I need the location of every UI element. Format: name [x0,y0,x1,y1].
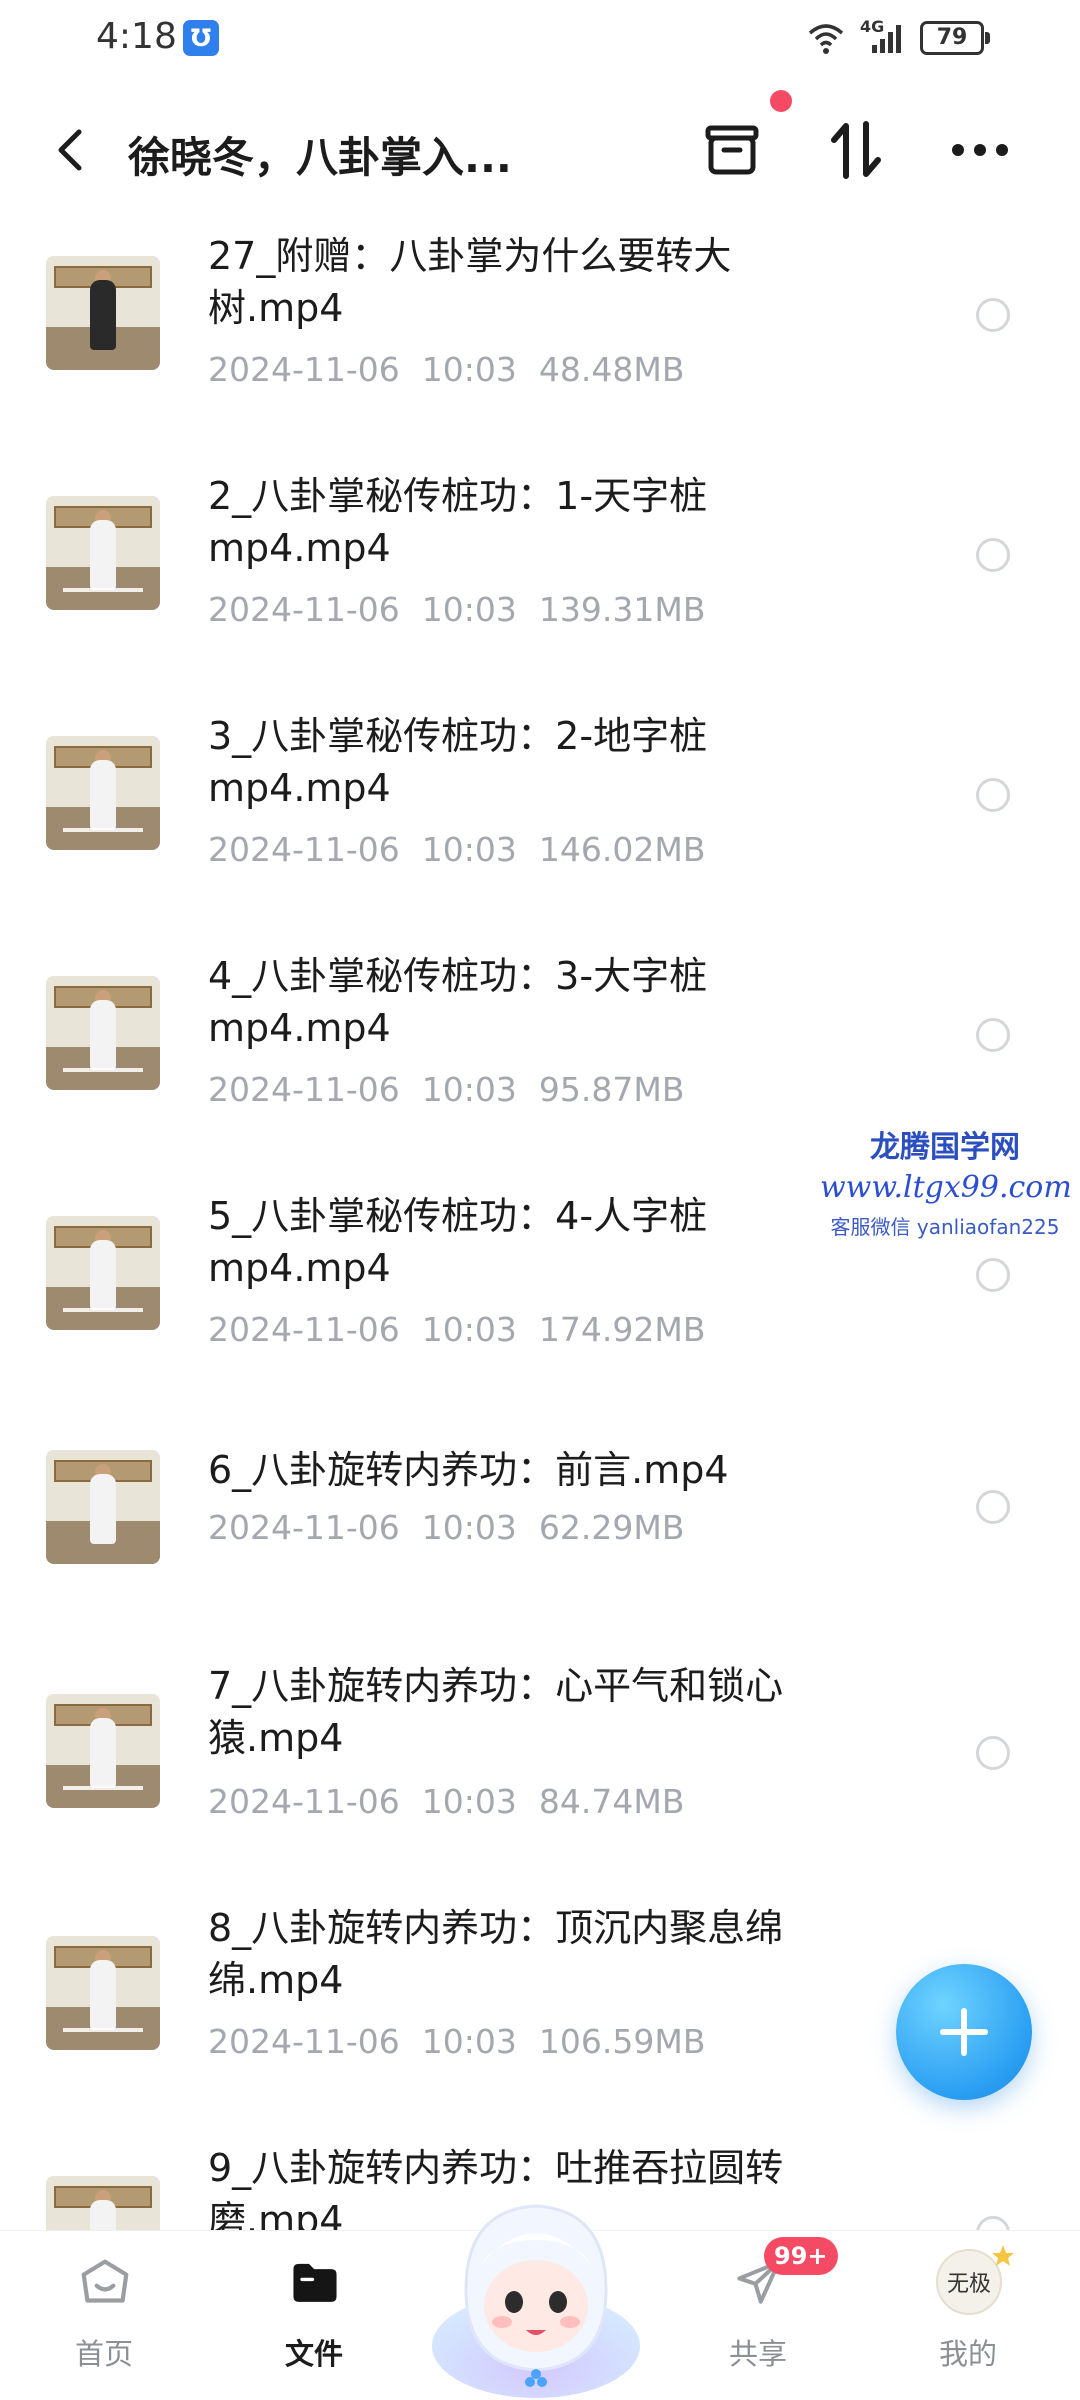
select-radio[interactable] [976,778,1010,812]
nav-mine-label: 我的 [938,2337,997,2371]
select-radio[interactable] [976,298,1010,332]
page-title: 徐晓冬，八卦掌入... [128,133,512,182]
wifi-icon [808,24,844,54]
file-row[interactable]: 27_附赠：八卦掌为什么要转大 树.mp4 2024-11-06 10:03 48.4… [0,210,1080,450]
sort-icon [831,121,881,179]
video-thumbnail [46,1936,160,2050]
file-name: 7_八卦旋转内养功：心平气和锁心 猿.mp4 [208,1664,784,1760]
file-meta: 2024-11-06 10:03 106.59MB [208,2022,706,2061]
file-meta: 2024-11-06 10:03 48.48MB [208,350,685,389]
video-thumbnail [46,1216,160,1330]
more-icon [952,144,1008,156]
add-button[interactable] [896,1964,1032,2100]
video-thumbnail [46,256,160,370]
file-row[interactable]: 6_八卦旋转内养功：前言.mp4 2024-11-06 10:03 62.29MB [0,1410,1080,1630]
cellular-signal-icon: 4G [860,17,906,55]
select-radio[interactable] [976,2216,1010,2230]
nav-home-label: 首页 [74,2337,133,2371]
status-time: 4:18 [96,16,177,57]
header-bar: 徐晓冬，八卦掌入... [0,90,1080,210]
more-button[interactable] [944,114,1016,186]
file-name: 2_八卦掌秘传桩功：1-天字桩 mp4.mp4 [208,474,708,570]
file-row[interactable]: 7_八卦旋转内养功：心平气和锁心 猿.mp4 2024-11-06 10:03 84.… [0,1630,1080,1870]
sort-button[interactable] [820,114,892,186]
file-name: 27_附赠：八卦掌为什么要转大 树.mp4 [208,234,732,330]
nav-home[interactable]: 首页 [34,2231,174,2400]
watermark-contact: 客服微信 yanliaofan225 [830,1215,1060,1239]
assistant-mascot-button[interactable] [426,2170,646,2400]
select-radio[interactable] [976,1736,1010,1770]
watermark: 龙腾国学网 www.ltgx99.com 客服微信 yanliaofan225 [820,1122,1072,1240]
mascot-icon [432,2204,640,2398]
nav-files-label: 文件 [284,2337,343,2371]
select-radio[interactable] [976,538,1010,572]
select-radio[interactable] [976,1258,1010,1292]
plus-icon [940,2008,988,2056]
select-radio[interactable] [976,1490,1010,1524]
video-thumbnail [46,976,160,1090]
notification-dot [770,90,792,112]
file-meta: 2024-11-06 10:03 95.87MB [208,1070,685,1109]
file-meta: 2024-11-06 10:03 139.31MB [208,590,706,629]
file-name: 4_八卦掌秘传桩功：3-大字桩 mp4.mp4 [208,954,708,1050]
file-meta: 2024-11-06 10:03 84.74MB [208,1782,685,1821]
battery-icon: 79 [920,21,990,55]
nav-share[interactable]: 99+ 共享 [688,2231,838,2400]
home-icon [80,2257,130,2307]
archive-box-icon [705,125,759,175]
watermark-title: 龙腾国学网 [870,1130,1020,1165]
file-name: 5_八卦掌秘传桩功：4-人字桩 mp4.mp4 [208,1194,708,1290]
file-name: 8_八卦旋转内养功：顶沉内聚息绵 绵.mp4 [208,1906,784,2002]
nav-share-label: 共享 [728,2337,787,2371]
watermark-url: www.ltgx99.com [820,1170,1072,1205]
share-badge: 99+ [764,2237,838,2275]
battery-level: 79 [936,25,968,50]
file-meta: 2024-11-06 10:03 146.02MB [208,830,706,869]
video-thumbnail [46,496,160,610]
select-radio[interactable] [976,1018,1010,1052]
folder-icon [290,2257,340,2307]
star-icon [992,2245,1014,2266]
video-thumbnail [46,1450,160,1564]
file-row[interactable]: 3_八卦掌秘传桩功：2-地字桩 mp4.mp4 2024-11-06 10:03 14… [0,690,1080,930]
notification-app-icon: Ʊ [183,20,219,56]
status-indicators: 4G 79 [806,17,990,58]
file-name: 6_八卦旋转内养功：前言.mp4 [208,1448,729,1492]
file-meta: 2024-11-06 10:03 62.29MB [208,1508,685,1547]
status-bar: 4:18 Ʊ 4G 79 [0,0,1080,80]
file-meta: 2024-11-06 10:03 174.92MB [208,1310,706,1349]
nav-mine[interactable]: 无极 我的 [898,2231,1038,2400]
video-thumbnail [46,1694,160,1808]
archive-button[interactable] [696,114,768,186]
file-row[interactable]: 2_八卦掌秘传桩功：1-天字桩 mp4.mp4 2024-11-06 10:03 13… [0,450,1080,690]
video-thumbnail [46,2176,160,2230]
video-thumbnail [46,736,160,850]
back-icon [58,129,82,171]
file-name: 3_八卦掌秘传桩功：2-地字桩 mp4.mp4 [208,714,708,810]
nav-files[interactable]: 文件 [244,2231,384,2400]
avatar-text: 无极 [946,2272,991,2297]
back-button[interactable] [46,118,94,182]
